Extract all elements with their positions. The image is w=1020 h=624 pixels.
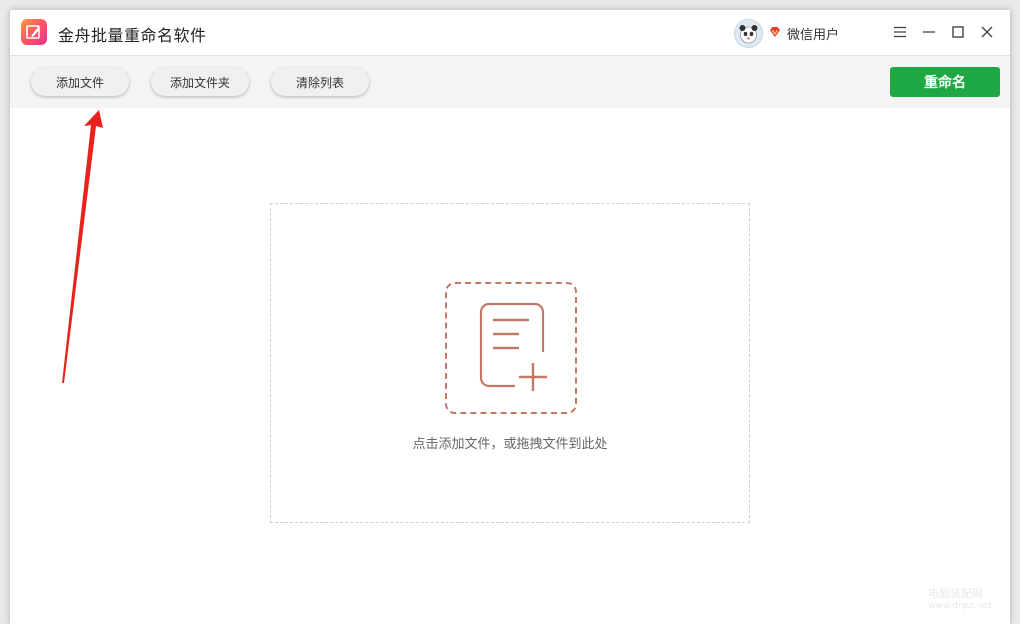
panda-avatar[interactable] xyxy=(734,19,763,48)
close-icon[interactable] xyxy=(977,22,997,42)
vip-diamond-icon xyxy=(770,27,780,37)
file-list-area: 点击添加文件，或拖拽文件到此处 xyxy=(10,108,1010,624)
user-name[interactable]: 微信用户 xyxy=(787,24,839,43)
rename-button[interactable]: 重命名 xyxy=(890,67,1000,97)
add-file-icon[interactable] xyxy=(445,282,577,414)
hamburger-menu-icon[interactable] xyxy=(890,22,910,42)
app-window: 金舟批量重命名软件 微信用户 添加文件 添加文件夹 清除列表 重命名 点击添加文… xyxy=(10,10,1010,624)
title-bar: 金舟批量重命名软件 微信用户 xyxy=(10,10,1010,55)
drop-zone[interactable]: 点击添加文件，或拖拽文件到此处 xyxy=(270,203,750,523)
maximize-icon[interactable] xyxy=(948,22,968,42)
watermark-line1: 电脑装配网 xyxy=(928,587,983,600)
drop-zone-hint: 点击添加文件，或拖拽文件到此处 xyxy=(412,437,608,452)
clear-list-button[interactable]: 清除列表 xyxy=(271,68,369,96)
toolbar: 添加文件 添加文件夹 清除列表 重命名 xyxy=(10,55,1010,109)
add-folder-button[interactable]: 添加文件夹 xyxy=(151,68,249,96)
minimize-icon[interactable] xyxy=(919,22,939,42)
add-file-button[interactable]: 添加文件 xyxy=(31,68,129,96)
watermark-line2: www.dnpz.net xyxy=(928,601,992,611)
watermark: 电脑装配网 www.dnpz.net xyxy=(928,588,992,612)
app-logo-icon xyxy=(21,19,47,45)
app-title: 金舟批量重命名软件 xyxy=(58,26,207,45)
